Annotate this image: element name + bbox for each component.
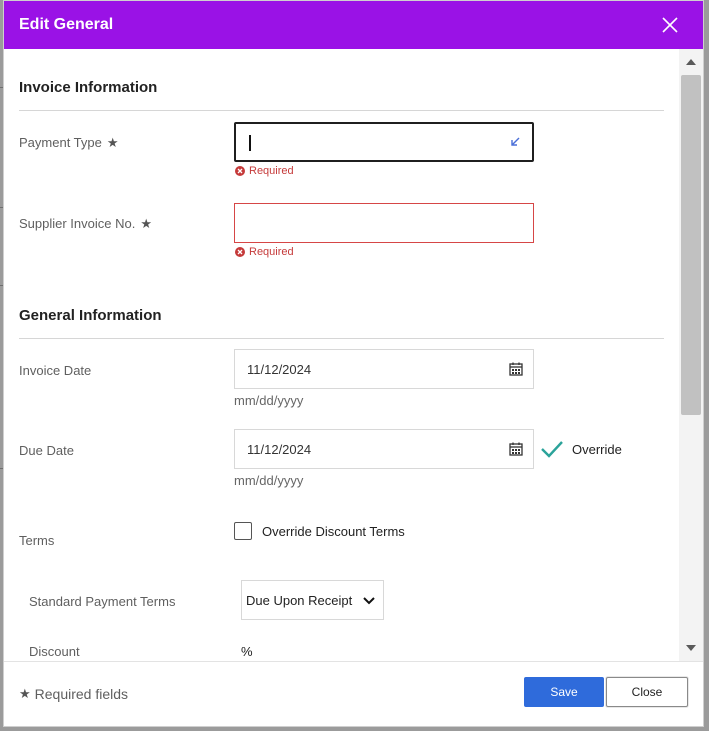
due-date-value: 11/12/2024 <box>247 442 312 457</box>
calendar-icon[interactable] <box>509 362 523 376</box>
terms-label: Terms <box>19 533 55 548</box>
invoice-date-label: Invoice Date <box>19 363 92 378</box>
dialog-footer: ★ Required fields Save Close <box>4 661 703 726</box>
calendar-icon[interactable] <box>509 442 523 456</box>
supplier-invoice-label: Supplier Invoice No. ★ <box>19 216 152 232</box>
star-icon: ★ <box>19 686 31 701</box>
section-divider <box>19 338 664 339</box>
override-label: Override <box>572 441 622 457</box>
invoice-date-field[interactable]: 11/12/2024 <box>234 349 534 389</box>
payment-type-field[interactable] <box>234 122 534 162</box>
override-discount-terms[interactable]: Override Discount Terms <box>234 522 405 540</box>
save-button[interactable]: Save <box>524 677 604 707</box>
standard-payment-terms-select[interactable]: Due Upon Receipt <box>241 580 384 620</box>
dialog-body: Invoice Information Payment Type ★ Requir… <box>4 49 680 661</box>
text-caret <box>249 135 251 151</box>
override-discount-checkbox[interactable] <box>234 522 252 540</box>
override-discount-label: Override Discount Terms <box>262 523 405 539</box>
due-date-label: Due Date <box>19 443 74 458</box>
payment-type-label-text: Payment Type <box>19 135 102 150</box>
payment-type-error-text: Required <box>249 165 294 177</box>
dialog-header: Edit General <box>4 1 703 49</box>
supplier-invoice-label-text: Supplier Invoice No. <box>19 216 136 231</box>
checkmark-icon <box>541 441 563 458</box>
close-icon[interactable] <box>661 16 679 34</box>
invoice-date-hint: mm/dd/yyyy <box>234 393 304 408</box>
discount-label: Discount <box>29 644 80 659</box>
payment-type-label: Payment Type ★ <box>19 135 119 151</box>
payment-type-error: Required <box>235 165 294 177</box>
general-information-heading: General Information <box>19 307 162 324</box>
error-icon <box>235 166 245 176</box>
due-date-override[interactable]: Override <box>540 439 622 459</box>
invoice-information-heading: Invoice Information <box>19 79 158 96</box>
edit-general-dialog: Edit General Invoice Information Payment… <box>3 0 704 727</box>
star-icon: ★ <box>140 216 152 231</box>
standard-payment-terms-label: Standard Payment Terms <box>29 594 176 609</box>
due-date-field[interactable]: 11/12/2024 <box>234 429 534 469</box>
discount-unit: % <box>241 644 253 659</box>
supplier-invoice-error: Required <box>235 246 294 258</box>
corner-arrow-icon[interactable] <box>508 135 522 149</box>
dialog-title: Edit General <box>19 16 114 33</box>
standard-payment-terms-value: Due Upon Receipt <box>246 592 353 608</box>
invoice-date-value: 11/12/2024 <box>247 362 312 377</box>
error-icon <box>235 247 245 257</box>
close-button[interactable]: Close <box>606 677 688 707</box>
star-icon: ★ <box>106 135 119 150</box>
scroll-down-icon[interactable] <box>679 639 703 657</box>
supplier-invoice-field[interactable] <box>234 203 534 243</box>
required-fields-text: Required fields <box>34 686 129 702</box>
supplier-invoice-error-text: Required <box>249 246 294 258</box>
due-date-hint: mm/dd/yyyy <box>234 473 304 488</box>
section-divider <box>19 110 664 111</box>
chevron-down-icon <box>363 597 375 605</box>
scroll-up-icon[interactable] <box>679 53 703 71</box>
scrollbar-thumb[interactable] <box>681 75 701 415</box>
dialog-scrollbar[interactable] <box>679 49 703 661</box>
required-fields-note: ★ Required fields <box>19 686 128 702</box>
